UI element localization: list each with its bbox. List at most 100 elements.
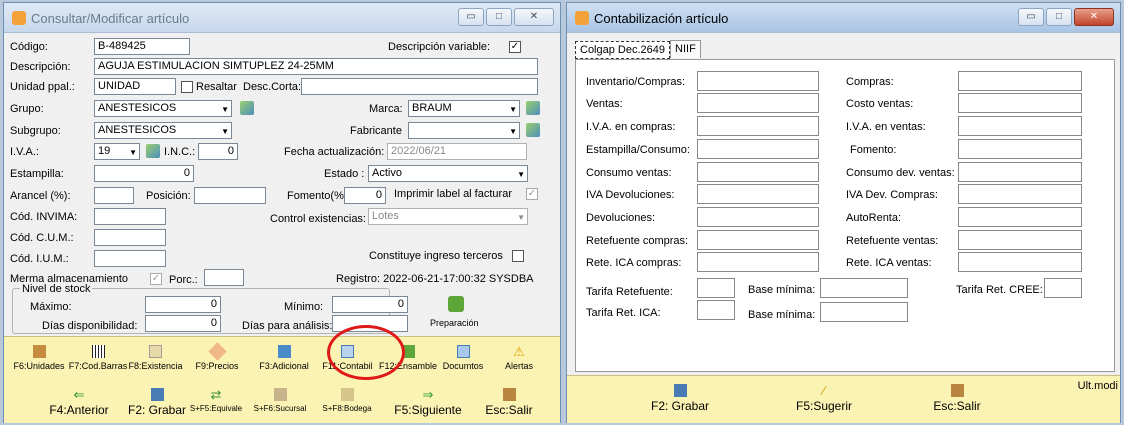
base-minima-1-input[interactable] [820,278,908,298]
f7-codbarras-button[interactable]: F7:Cod.Barras [68,345,128,371]
desc-corta-input[interactable] [301,78,538,95]
marca-select[interactable]: BRAUM ▼ [408,100,520,117]
preparacion-icon[interactable] [448,296,464,312]
constituye-checkbox[interactable] [512,250,524,262]
cod-ium-input[interactable] [94,250,166,267]
magic-wand-icon: ⁄ [822,383,826,398]
esc-salir-button[interactable]: Esc:Salir [479,388,539,417]
arancel-label: Arancel (%): [10,190,71,202]
field-label: Consumo ventas: [586,167,672,179]
alertas-button[interactable]: ⚠ Alertas [494,345,544,371]
sucursal-button[interactable]: S+F6:Sucursal [250,388,310,413]
dias-disp-input[interactable]: 0 [145,315,221,332]
maximo-input[interactable]: 0 [145,296,221,313]
maximize-button[interactable]: □ [486,8,512,26]
f8-existencia-button[interactable]: F8:Existencia [128,345,183,371]
unidad-input[interactable]: UNIDAD [94,78,176,95]
chevron-down-icon: ▼ [509,127,517,136]
merma-checkbox[interactable]: ✓ [150,273,162,285]
retefuente-compras-input[interactable] [697,230,819,250]
reteica-compras-input[interactable] [697,252,819,272]
preparacion-label[interactable]: Preparación [430,318,479,328]
base-minima-2-input[interactable] [820,302,908,322]
ventas-input[interactable] [697,93,819,113]
imprimir-checkbox[interactable]: ✓ [526,188,538,200]
arancel-input[interactable] [94,187,134,204]
button-label: F3:Adicional [259,361,309,371]
estado-label: Estado : [324,168,365,180]
app-icon [12,11,26,25]
tarifa-retefuente-input[interactable] [697,278,735,298]
marca-value: BRAUM [412,102,452,114]
bodega-button[interactable]: S+F8:Bodega [318,388,376,413]
posicion-input[interactable] [194,187,266,204]
iva-compras-input[interactable] [697,116,819,136]
add-group-icon[interactable] [240,101,254,115]
tarifa-ica-input[interactable] [697,300,735,320]
chevron-down-icon: ▼ [221,127,229,136]
fabricante-select[interactable]: ▼ [408,122,520,139]
estampilla-label: Estampilla: [10,168,64,180]
estampilla-input[interactable]: 0 [94,165,194,182]
descripcion-input[interactable]: AGUJA ESTIMULACION SIMTUPLEZ 24-25MM [94,58,538,75]
tab-colgap[interactable]: Colgap Dec.2649 [575,41,671,59]
field-label: IVA Dev. Compras: [846,189,938,201]
inc-label: I.N.C.: [164,146,196,158]
tarifa-cree-input[interactable] [1044,278,1082,298]
tab-niif[interactable]: NIIF [670,40,701,58]
documentos-button[interactable]: Documtos [438,345,488,371]
minimize-button[interactable]: ▭ [458,8,484,26]
iva-devoluciones-input[interactable] [697,184,819,204]
grupo-select[interactable]: ANESTESICOS ▼ [94,100,232,117]
f5-siguiente-button[interactable]: ⇒ F5:Siguiente [389,388,467,417]
descripcion-label: Descripción: [10,61,71,73]
grupo-value: ANESTESICOS [98,102,177,114]
add-iva-icon[interactable] [146,144,160,158]
cod-invima-input[interactable] [94,208,166,225]
f6-unidades-button[interactable]: F6:Unidades [9,345,69,371]
tarifa-retefuente-label: Tarifa Retefuente: [586,286,673,298]
add-marca-icon[interactable] [526,101,540,115]
fomento-input[interactable]: 0 [344,187,386,204]
f2-grabar-button[interactable]: F2: Grabar [645,384,715,413]
close-button[interactable]: ✕ [1074,8,1114,26]
minimize-button[interactable]: ▭ [1018,8,1044,26]
estado-select[interactable]: Activo ▼ [368,165,528,182]
estampilla-consumo-input[interactable] [697,139,819,159]
compras-input[interactable] [958,71,1082,91]
codigo-input[interactable]: B-489425 [94,38,190,55]
f4-anterior-button[interactable]: ⇐ F4:Anterior [44,388,114,417]
inc-input[interactable]: 0 [198,143,238,160]
autorenta-input[interactable] [958,207,1082,227]
unidad-label: Unidad ppal.: [10,81,75,93]
consumo-dev-ventas-input[interactable] [958,162,1082,182]
field-label: Costo ventas: [846,98,914,110]
maximize-button[interactable]: □ [1046,8,1072,26]
equivale-button[interactable]: ⇄ S+F5:Equivale [187,388,245,413]
esc-salir-button[interactable]: Esc:Salir [927,384,987,413]
consumo-ventas-input[interactable] [697,162,819,182]
costo-ventas-input[interactable] [958,93,1082,113]
cod-cum-input[interactable] [94,229,166,246]
f5-sugerir-button[interactable]: ⁄ F5:Sugerir [789,384,859,413]
f9-precios-button[interactable]: F9:Precios [192,342,242,371]
fomento-input[interactable] [958,139,1082,159]
porc-input[interactable] [204,269,244,286]
close-button[interactable]: ✕ [514,8,554,26]
retefuente-ventas-input[interactable] [958,230,1082,250]
add-fabricante-icon[interactable] [526,123,540,137]
iva-dev-compras-input[interactable] [958,184,1082,204]
desc-corta-label: Desc.Corta: [243,81,302,93]
resaltar-label: Resaltar [196,81,237,93]
iva-ventas-input[interactable] [958,116,1082,136]
f2-grabar-button[interactable]: F2: Grabar [122,388,192,417]
f3-adicional-button[interactable]: F3:Adicional [256,345,312,371]
iva-select[interactable]: 19 ▼ [94,143,140,160]
desc-variable-checkbox[interactable]: ✓ [509,41,521,53]
reteica-ventas-input[interactable] [958,252,1082,272]
inventario-compras-input[interactable] [697,71,819,91]
subgrupo-select[interactable]: ANESTESICOS ▼ [94,122,232,139]
minimo-input[interactable]: 0 [332,296,408,313]
devoluciones-input[interactable] [697,207,819,227]
resaltar-checkbox[interactable] [181,81,193,93]
